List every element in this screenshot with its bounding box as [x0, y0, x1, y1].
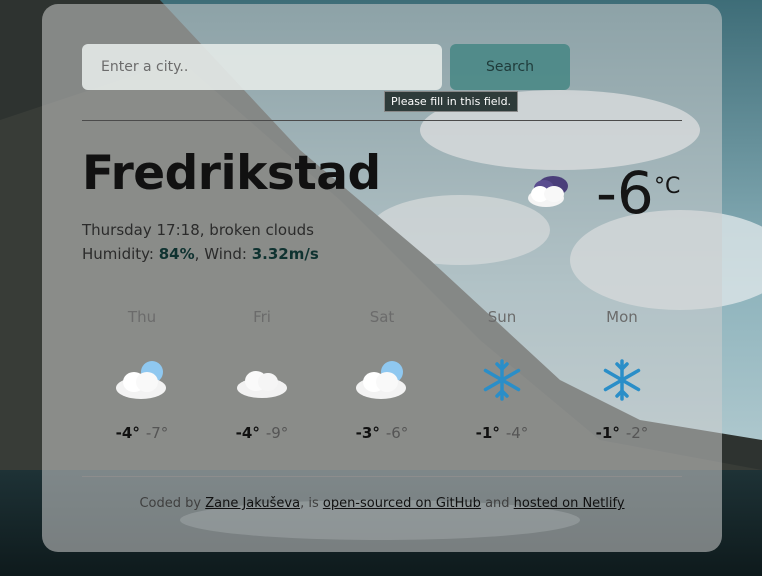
forecast-day: Fri -4° -9°: [202, 308, 322, 442]
validation-tooltip: Please fill in this field.: [384, 91, 519, 112]
sun-cloud-icon: [356, 361, 406, 399]
search-button[interactable]: Search: [450, 44, 570, 90]
forecast-day: Mon -1° -2°: [562, 308, 682, 442]
forecast-min: -2°: [625, 424, 649, 442]
forecast-max: -1°: [595, 424, 620, 442]
weather-card: Search Please fill in this field. Fredri…: [42, 4, 722, 552]
cloud-icon: [237, 371, 287, 398]
forecast-day: Thu -4° -7°: [82, 308, 202, 442]
date-and-conditions: Thursday 17:18, broken clouds: [82, 221, 314, 239]
humidity-wind: Humidity: 84%, Wind: 3.32m/s: [82, 245, 319, 263]
forecast-temps: -1° -4°: [442, 424, 562, 442]
footer-prefix: Coded by: [139, 496, 206, 511]
snowflake-icon: [483, 359, 521, 401]
forecast-max: -1°: [475, 424, 500, 442]
forecast-day-name: Thu: [127, 308, 157, 326]
snowflake-icon: [603, 359, 641, 401]
forecast-row: Thu -4° -7° Fri -4° -9° Sat -3° -6° Sun …: [82, 308, 682, 442]
forecast-day: Sun -1° -4°: [442, 308, 562, 442]
humidity-label: Humidity:: [82, 245, 159, 263]
forecast-temps: -1° -2°: [562, 424, 682, 442]
broken-clouds-icon: [528, 176, 568, 207]
footer-middle: , is: [300, 496, 323, 511]
forecast-day-name: Sun: [487, 308, 517, 326]
forecast-max: -4°: [235, 424, 260, 442]
forecast-max: -4°: [115, 424, 140, 442]
day-time: Thursday 17:18: [82, 221, 200, 239]
forecast-temps: -4° -7°: [82, 424, 202, 442]
github-link[interactable]: open-sourced on GitHub: [323, 496, 481, 511]
city-search-input[interactable]: [82, 44, 442, 90]
search-form: Search: [82, 44, 570, 90]
temperature-unit: °C: [654, 174, 681, 199]
weather-description: broken clouds: [209, 221, 314, 239]
forecast-min: -7°: [145, 424, 169, 442]
forecast-day-name: Fri: [253, 308, 271, 326]
city-name: Fredrikstad: [82, 146, 381, 201]
forecast-day-name: Sat: [369, 308, 395, 326]
forecast-day: Sat -3° -6°: [322, 308, 442, 442]
footer: Coded by Zane Jakuševa, is open-sourced …: [42, 496, 722, 511]
footer-and: and: [480, 496, 514, 511]
current-temperature: -6: [596, 159, 654, 227]
forecast-temps: -4° -9°: [202, 424, 322, 442]
wind-value: 3.32m/s: [251, 245, 319, 263]
humidity-value: 84%: [158, 245, 195, 263]
top-divider: [82, 120, 682, 121]
netlify-link[interactable]: hosted on Netlify: [514, 496, 625, 511]
forecast-min: -9°: [265, 424, 289, 442]
forecast-temps: -3° -6°: [322, 424, 442, 442]
current-description: Thursday 17:18, broken clouds Humidity: …: [82, 218, 319, 266]
forecast-min: -4°: [505, 424, 529, 442]
wind-label: Wind:: [204, 245, 252, 263]
forecast-day-name: Mon: [606, 308, 638, 326]
bottom-divider: [82, 476, 682, 477]
sun-cloud-icon: [116, 361, 166, 399]
author-link[interactable]: Zane Jakuševa: [205, 496, 300, 511]
forecast-min: -6°: [385, 424, 409, 442]
forecast-max: -3°: [355, 424, 380, 442]
